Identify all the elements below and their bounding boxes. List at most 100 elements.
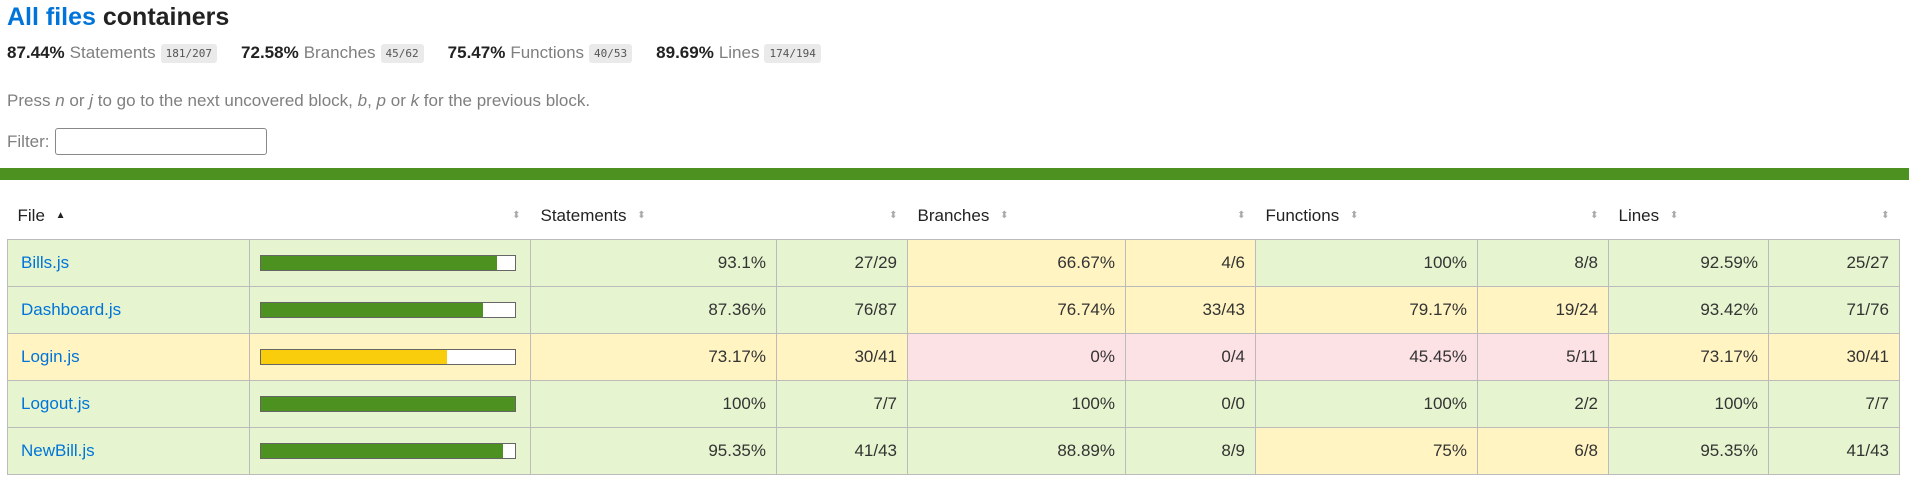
coverage-status-line — [0, 168, 1909, 180]
lines-abs: 7/7 — [1768, 379, 1900, 428]
lines-abs: 71/76 — [1768, 285, 1900, 334]
coverage-bar — [260, 301, 516, 318]
filter-input[interactable] — [54, 128, 267, 155]
functions-pct: 100% — [1255, 238, 1478, 287]
summary-label: Functions — [510, 43, 585, 62]
header-statements[interactable]: Statements ⬍ — [531, 193, 777, 239]
summary-statements: 87.44% Statements 181/207 — [7, 43, 218, 63]
sort-asc-icon: ▲ — [55, 210, 66, 222]
summary-fraction: 174/194 — [764, 43, 821, 63]
lines-abs: 30/41 — [1768, 332, 1900, 381]
file-link[interactable]: Dashboard.js — [18, 300, 121, 319]
sort-icon: ⬍ — [1237, 210, 1246, 222]
file-cell: Logout.js — [7, 379, 250, 428]
sort-icon: ⬍ — [1881, 210, 1890, 222]
summary-lines: 89.69% Lines 174/194 — [656, 43, 821, 63]
lines-pct: 93.42% — [1608, 285, 1769, 334]
functions-pct: 100% — [1255, 379, 1478, 428]
all-files-link[interactable]: All files — [7, 3, 96, 31]
lines-pct: 100% — [1608, 379, 1769, 428]
branches-pct: 66.67% — [907, 238, 1126, 287]
header-functions-abs[interactable]: ⬍ — [1478, 193, 1609, 239]
file-cell: NewBill.js — [7, 426, 250, 475]
table-row: Login.js 73.17% 30/41 0% 0/4 45.45% 5/11 73.17%… — [7, 332, 1900, 381]
branches-abs: 0/0 — [1125, 379, 1256, 428]
summary-label: Branches — [303, 43, 376, 62]
lines-abs: 41/43 — [1768, 426, 1900, 475]
coverage-bar-fill — [261, 443, 504, 458]
coverage-summary: 87.44% Statements 181/207 72.58% Branche… — [7, 41, 1902, 65]
sort-icon: ⬍ — [512, 210, 521, 222]
functions-abs: 8/8 — [1477, 238, 1609, 287]
branches-pct: 88.89% — [907, 426, 1126, 475]
coverage-bar-fill — [261, 255, 498, 270]
file-link[interactable]: Logout.js — [18, 394, 90, 413]
statements-pct: 87.36% — [530, 285, 777, 334]
sort-icon: ⬍ — [1669, 210, 1679, 222]
functions-pct: 75% — [1255, 426, 1478, 475]
coverage-chart-cell — [249, 332, 531, 381]
header-statements-abs[interactable]: ⬍ — [777, 193, 908, 239]
summary-label: Statements — [69, 43, 156, 62]
header-branches[interactable]: Branches ⬍ — [908, 193, 1126, 239]
sort-icon: ⬍ — [637, 210, 646, 222]
coverage-table: File ▲ ⬍ Statements ⬍ ⬍ Branches ⬍ ⬍ Fun… — [7, 193, 1900, 475]
functions-pct: 45.45% — [1255, 332, 1478, 381]
file-cell: Bills.js — [7, 238, 250, 287]
statements-abs: 30/41 — [776, 332, 908, 381]
branches-abs: 8/9 — [1125, 426, 1256, 475]
lines-abs: 25/27 — [1768, 238, 1900, 287]
header-branches-abs[interactable]: ⬍ — [1126, 193, 1256, 239]
filter-row: Filter: — [7, 128, 1902, 155]
header-lines-abs[interactable]: ⬍ — [1769, 193, 1900, 239]
table-row: Logout.js 100% 7/7 100% 0/0 100% 2/2 100% 7/7 — [7, 379, 1900, 428]
functions-pct: 79.17% — [1255, 285, 1478, 334]
coverage-bar — [260, 395, 516, 412]
statements-pct: 93.1% — [530, 238, 777, 287]
coverage-bar — [260, 254, 516, 271]
coverage-bar-fill — [261, 396, 515, 411]
branches-abs: 33/43 — [1125, 285, 1256, 334]
coverage-chart-cell — [249, 238, 531, 287]
header-file[interactable]: File ▲ — [8, 193, 250, 239]
coverage-bar-fill — [261, 349, 447, 364]
statements-pct: 100% — [530, 379, 777, 428]
sort-icon: ⬍ — [889, 210, 898, 222]
statements-pct: 95.35% — [530, 426, 777, 475]
header-lines[interactable]: Lines ⬍ — [1609, 193, 1769, 239]
statements-abs: 76/87 — [776, 285, 908, 334]
sort-icon: ⬍ — [1000, 210, 1009, 222]
file-link[interactable]: Login.js — [18, 347, 80, 366]
summary-label: Lines — [718, 43, 760, 62]
file-link[interactable]: NewBill.js — [18, 441, 95, 460]
summary-fraction: 45/62 — [380, 43, 424, 63]
functions-abs: 6/8 — [1477, 426, 1609, 475]
branches-pct: 0% — [907, 332, 1126, 381]
table-row: Bills.js 93.1% 27/29 66.67% 4/6 100% 8/8 92.59%… — [7, 238, 1900, 287]
sort-icon: ⬍ — [1590, 210, 1599, 222]
summary-pct: 72.58% — [241, 43, 299, 62]
summary-fraction: 40/53 — [589, 43, 633, 63]
coverage-chart-cell — [249, 379, 531, 428]
branches-pct: 100% — [907, 379, 1126, 428]
summary-pct: 87.44% — [7, 43, 65, 62]
page-title: All files containers — [7, 0, 1902, 32]
branches-abs: 0/4 — [1125, 332, 1256, 381]
lines-pct: 73.17% — [1608, 332, 1769, 381]
filter-label: Filter: — [7, 131, 50, 151]
coverage-bar-fill — [261, 302, 483, 317]
coverage-chart-cell — [249, 285, 531, 334]
file-cell: Dashboard.js — [7, 285, 250, 334]
header-functions[interactable]: Functions ⬍ — [1256, 193, 1478, 239]
table-header-row: File ▲ ⬍ Statements ⬍ ⬍ Branches ⬍ ⬍ Fun… — [8, 193, 1900, 239]
directory-name: containers — [102, 3, 230, 31]
functions-abs: 2/2 — [1477, 379, 1609, 428]
header-coverage-chart[interactable]: ⬍ — [250, 193, 531, 239]
lines-pct: 95.35% — [1608, 426, 1769, 475]
table-row: Dashboard.js 87.36% 76/87 76.74% 33/43 79.17%… — [7, 285, 1900, 334]
branches-abs: 4/6 — [1125, 238, 1256, 287]
file-link[interactable]: Bills.js — [18, 253, 69, 272]
coverage-bar — [260, 442, 516, 459]
lines-pct: 92.59% — [1608, 238, 1769, 287]
branches-pct: 76.74% — [907, 285, 1126, 334]
